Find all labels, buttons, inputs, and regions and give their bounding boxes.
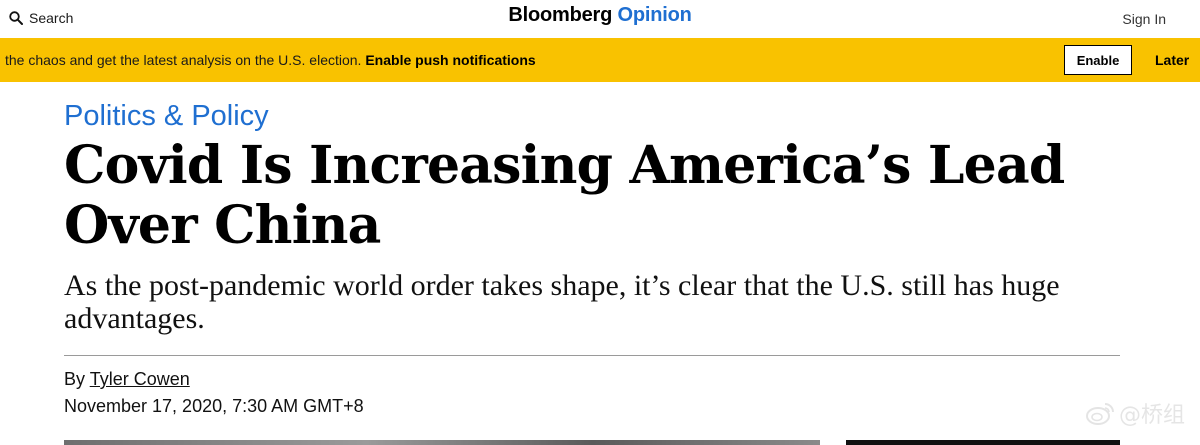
side-media — [846, 440, 1120, 445]
later-button[interactable]: Later — [1155, 52, 1189, 68]
headline: Covid Is Increasing America’s Lead Over … — [64, 135, 1065, 256]
divider — [64, 355, 1120, 356]
sign-in-link[interactable]: Sign In — [1122, 11, 1166, 27]
byline: By Tyler Cowen — [64, 369, 190, 390]
watermark-text: @桥组 — [1119, 403, 1186, 428]
enable-button[interactable]: Enable — [1064, 45, 1132, 75]
publish-date: November 17, 2020, 7:30 AM GMT+8 — [64, 396, 364, 416]
category-link[interactable]: Politics & Policy — [64, 100, 269, 133]
brand-accent: Opinion — [617, 4, 692, 26]
author-link[interactable]: Tyler Cowen — [90, 369, 190, 389]
top-bar: Search Bloomberg Opinion Sign In — [0, 0, 1200, 38]
brand-logo[interactable]: Bloomberg Opinion — [0, 4, 1200, 27]
banner-message: the chaos and get the latest analysis on… — [5, 52, 536, 68]
enable-push-link[interactable]: Enable push notifications — [365, 52, 535, 68]
byline-prefix: By — [64, 369, 86, 389]
brand-main: Bloomberg — [508, 4, 613, 26]
notification-banner: the chaos and get the latest analysis on… — [0, 38, 1200, 82]
watermark: @桥组 — [1085, 397, 1185, 429]
lead-image — [64, 440, 820, 445]
article-dek: As the post-pandemic world order takes s… — [64, 269, 1060, 335]
banner-text: the chaos and get the latest analysis on… — [5, 52, 362, 68]
weibo-icon — [1085, 400, 1115, 426]
